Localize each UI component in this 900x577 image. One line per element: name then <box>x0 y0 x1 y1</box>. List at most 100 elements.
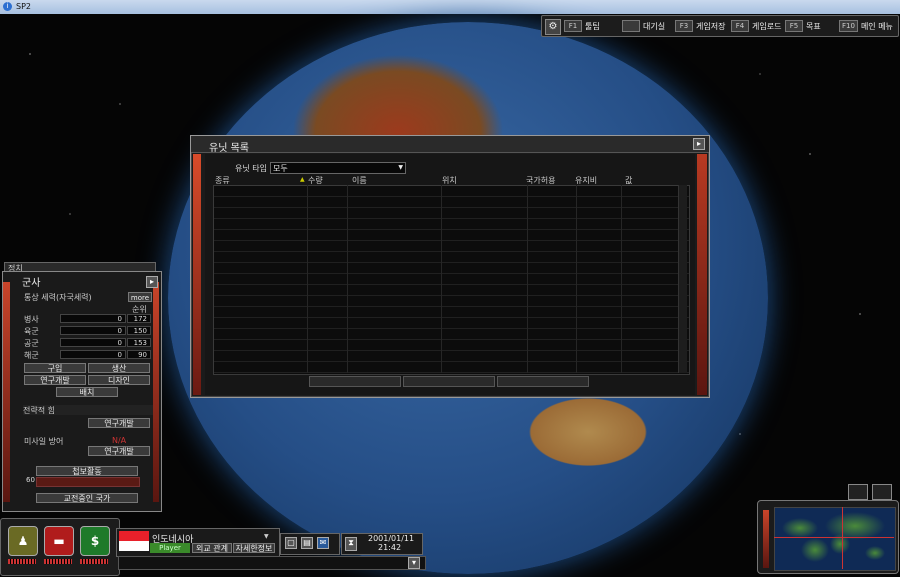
tank-icon[interactable]: ▬ <box>44 526 74 556</box>
army-rank: 150 <box>127 326 151 335</box>
hourglass-icon[interactable]: ⧗ <box>345 537 357 551</box>
fkey-label: F4 <box>731 20 749 32</box>
player-badge: Player <box>150 543 190 553</box>
military-title: 군사 <box>22 278 41 289</box>
camera-icon[interactable] <box>872 484 892 500</box>
close-icon[interactable]: ▸ <box>693 138 705 150</box>
unit-table-header: 종류 ▲ 수량 이름 위치 국가허용 유지비 값 <box>213 175 688 185</box>
research-button[interactable]: 연구개발 <box>24 375 86 385</box>
decor-bar-left <box>763 510 769 568</box>
airforce-value: 0 <box>60 338 126 347</box>
more-button[interactable]: more <box>128 292 152 302</box>
level-indicator <box>44 559 72 564</box>
missile-label: 미사일 방어 <box>24 437 64 446</box>
decor-bar-left <box>193 154 201 395</box>
close-icon[interactable]: ▸ <box>146 276 158 288</box>
dollar-icon[interactable]: $ <box>80 526 110 556</box>
row-label-army: 육군 <box>24 327 39 336</box>
lobby-button[interactable]: 대기실 <box>622 20 665 32</box>
chevron-down-icon[interactable]: ▼ <box>264 533 269 540</box>
navy-rank: 90 <box>127 350 151 359</box>
army-value: 0 <box>60 326 126 335</box>
details-button[interactable]: 자세한정보 <box>233 543 275 553</box>
fkey-text: 게임로드 <box>752 21 782 31</box>
app-icon: i <box>3 2 12 11</box>
war-countries-button[interactable]: 교전중인 국가 <box>36 493 138 503</box>
missile-value: N/A <box>112 436 127 445</box>
airforce-rank: 153 <box>127 338 151 347</box>
diplomacy-button[interactable]: 외교 관계 <box>192 543 232 553</box>
section-label: 통상 세력(자국세력) <box>24 293 92 302</box>
flag-red <box>119 531 149 541</box>
home-icon[interactable] <box>848 484 868 500</box>
decor-bar-left <box>3 282 10 502</box>
mail-icon[interactable]: ✉ <box>317 537 329 549</box>
fkey-text: 메인 메뉴 <box>860 21 893 31</box>
col-divider <box>527 185 528 373</box>
function-key-bar: ⚙ F1 툴팁 대기실 F3 게임저장 F4 게임로드 F5 목표 F10 메인… <box>541 15 899 37</box>
fkey-label <box>622 20 640 32</box>
fkey-label: F5 <box>785 20 803 32</box>
strategic-label: 전략적 힘 <box>23 405 153 415</box>
unit-type-select[interactable]: 모두 ▼ <box>270 162 406 174</box>
fkey-text: 대기실 <box>643 21 666 31</box>
soldier-icon[interactable]: ♟ <box>8 526 38 556</box>
intel-button[interactable]: 첩보활동 <box>36 466 138 476</box>
progress-bar <box>36 477 140 487</box>
decor-bar-right <box>697 154 707 395</box>
strategic-research-button[interactable]: 연구개발 <box>88 418 150 428</box>
time-label: 21:42 <box>378 543 402 552</box>
design-button[interactable]: 디자인 <box>88 375 150 385</box>
unit-action-button-3[interactable] <box>497 376 589 387</box>
chevron-down-icon: ▼ <box>398 164 403 171</box>
unit-action-button-2[interactable] <box>403 376 495 387</box>
world-minimap[interactable] <box>774 507 896 571</box>
col-divider <box>347 185 348 373</box>
fkey-text: 목표 <box>806 21 821 31</box>
fkey-label: F10 <box>839 20 858 32</box>
fkey-label: F1 <box>564 20 582 32</box>
military-panel: 정치 군사 ▸ 통상 세력(자국세력) more 순위 병사 0 172 육군 … <box>2 262 162 512</box>
minimap-crosshair-h <box>774 537 894 538</box>
produce-button[interactable]: 생산 <box>88 363 150 373</box>
fkey-label: F3 <box>675 20 693 32</box>
decor-bar-right <box>153 282 159 502</box>
deploy-button[interactable]: 배치 <box>56 387 118 397</box>
date-label: 2001/01/11 <box>368 534 415 543</box>
main-menu-button[interactable]: F10 메인 메뉴 <box>839 20 893 32</box>
unit-table-scrollbar[interactable] <box>678 185 687 373</box>
navy-value: 0 <box>60 350 126 359</box>
save-game-button[interactable]: F3 게임저장 <box>675 20 725 32</box>
col-divider <box>441 185 442 373</box>
level-indicator <box>80 559 108 564</box>
window-title: SP2 <box>16 2 31 11</box>
fkey-text: 툴팁 <box>585 21 600 31</box>
row-label-airforce: 공군 <box>24 339 39 348</box>
col-divider <box>307 185 308 373</box>
unit-action-button-1[interactable] <box>309 376 401 387</box>
unit-type-value: 모두 <box>273 164 288 173</box>
unit-table[interactable] <box>213 185 690 375</box>
window-titlebar: i SP2 <box>0 0 900 15</box>
gear-icon[interactable]: ⚙ <box>545 19 561 35</box>
load-game-button[interactable]: F4 게임로드 <box>731 20 781 32</box>
monitor-icon[interactable]: ▢ <box>285 537 297 549</box>
minimap-crosshair-v <box>842 507 843 569</box>
ticker-toggle-icon[interactable]: ▾ <box>408 557 420 569</box>
unit-type-label: 유닛 타입 <box>235 164 267 173</box>
window-icon[interactable]: ▤ <box>301 537 313 549</box>
missile-research-button[interactable]: 연구개발 <box>88 446 150 456</box>
rank-header: 순위 <box>132 305 147 314</box>
row-label-soldiers: 병사 <box>24 315 39 324</box>
unit-list-window: 유닛 목록 ▸ 유닛 타입 모두 ▼ 종류 ▲ 수량 이름 위치 국가허용 유지… <box>190 135 710 398</box>
tooltip-button[interactable]: F1 툴팁 <box>564 20 600 32</box>
soldiers-rank: 172 <box>127 314 151 323</box>
flag-white <box>119 541 149 551</box>
objectives-button[interactable]: F5 목표 <box>785 20 821 32</box>
level-indicator <box>8 559 36 564</box>
percent-label: 60 <box>26 476 35 484</box>
unit-list-header[interactable]: 유닛 목록 ▸ <box>191 136 709 154</box>
buy-button[interactable]: 구입 <box>24 363 86 373</box>
col-divider <box>621 185 622 373</box>
soldiers-value: 0 <box>60 314 126 323</box>
